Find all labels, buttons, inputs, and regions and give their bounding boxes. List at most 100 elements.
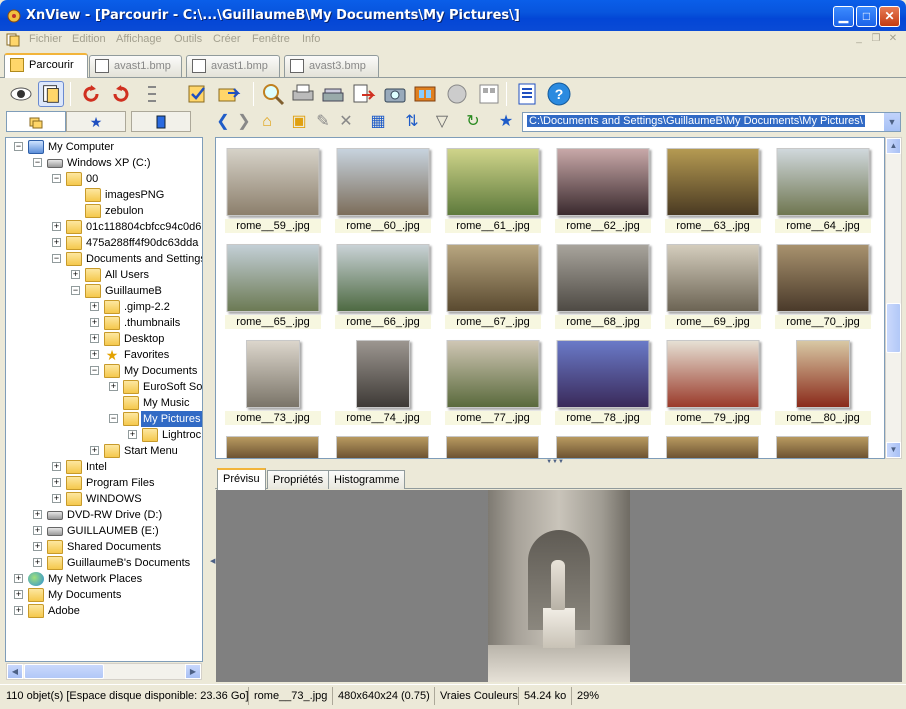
thumbnail-image[interactable] [246, 340, 300, 408]
camera-icon[interactable] [382, 81, 408, 107]
expand-icon[interactable]: + [14, 606, 23, 615]
thumbnail[interactable]: rome__78_.jpg [548, 328, 658, 425]
menu-affichage[interactable]: Affichage [116, 33, 162, 45]
collapse-icon[interactable]: − [90, 366, 99, 375]
folder-tree[interactable]: − My Computer − Windows XP (C:) −00 imagesPNG… [5, 137, 203, 662]
thumbnail-partial[interactable] [336, 436, 429, 458]
new-folder-icon[interactable]: ▣ [289, 112, 309, 132]
thumbnail[interactable]: rome__65_.jpg [218, 232, 328, 329]
maximize-button[interactable]: □ [856, 6, 877, 27]
thumbnail-image[interactable] [556, 244, 650, 312]
path-input[interactable]: C:\Documents and Settings\GuillaumeB\My … [527, 115, 865, 127]
up-folder-icon[interactable]: ⌂ [257, 112, 277, 132]
mdi-close-icon[interactable]: ✕ [887, 34, 899, 45]
thumbnail-image[interactable] [666, 340, 760, 408]
thumbnail-image[interactable] [776, 244, 870, 312]
tab-parcourir[interactable]: Parcourir [4, 53, 88, 78]
thumbnail-image[interactable] [446, 340, 540, 408]
thumbnail-partial[interactable] [446, 436, 539, 458]
tab-previsu[interactable]: Prévisu [217, 468, 266, 490]
tree-horizontal-scrollbar[interactable]: ◀ ▶ [6, 663, 202, 680]
rename-icon[interactable]: ✎ [313, 112, 333, 132]
scroll-up-icon[interactable]: ▲ [886, 138, 901, 154]
close-button[interactable]: ✕ [879, 6, 900, 27]
tab-avast1-bmp[interactable]: avast1.bmp [89, 55, 182, 77]
expand-icon[interactable]: + [71, 270, 80, 279]
collapse-icon[interactable]: − [14, 142, 23, 151]
expand-icon[interactable]: + [90, 446, 99, 455]
title-bar[interactable]: XnView - [Parcourir - C:\...\GuillaumeB\… [0, 0, 906, 31]
collapse-icon[interactable]: − [109, 414, 118, 423]
expand-icon[interactable]: + [33, 542, 42, 551]
thumbnail[interactable]: rome__77_.jpg [438, 328, 548, 425]
expand-icon[interactable]: + [52, 478, 61, 487]
expand-icon[interactable]: + [90, 350, 99, 359]
thumbnail-image[interactable] [446, 244, 540, 312]
collapse-icon[interactable]: − [52, 174, 61, 183]
delete-icon[interactable]: ✕ [336, 112, 356, 132]
thumbnail[interactable]: rome__68_.jpg [548, 232, 658, 329]
thumbnail[interactable]: rome__69_.jpg [658, 232, 768, 329]
expand-icon[interactable]: + [90, 302, 99, 311]
filmstrip-icon[interactable] [412, 81, 438, 107]
view-mode-icon[interactable]: ▦ [368, 112, 388, 132]
thumbnail-image[interactable] [796, 340, 850, 408]
thumbnail-scrollbar[interactable]: ▲ ▼ [885, 137, 902, 459]
thumbnail[interactable]: rome__79_.jpg [658, 328, 768, 425]
scroll-right-icon[interactable]: ▶ [185, 664, 201, 679]
thumbnail[interactable]: rome__62_.jpg [548, 138, 658, 233]
tab-histogramme[interactable]: Histogramme [328, 470, 406, 489]
expand-icon[interactable]: + [52, 238, 61, 247]
rotate-left-icon[interactable] [78, 81, 104, 107]
thumbnail[interactable]: rome__60_.jpg [328, 138, 438, 233]
expand-icon[interactable]: + [52, 494, 61, 503]
menu-fenetre[interactable]: Fenêtre [252, 33, 290, 45]
horizontal-splitter[interactable]: ▼▼▼ [215, 459, 902, 467]
rotate-right-icon[interactable] [108, 81, 134, 107]
thumbnail-image[interactable] [226, 244, 320, 312]
sort-icon[interactable]: ⇅ [402, 112, 422, 132]
thumbnail-partial[interactable] [556, 436, 649, 458]
refresh-icon[interactable]: ↻ [463, 112, 483, 132]
expand-icon[interactable]: + [52, 222, 61, 231]
help-icon[interactable]: ? [546, 81, 572, 107]
thumbnail-image[interactable] [556, 340, 650, 408]
back-icon[interactable]: ❮ [213, 112, 233, 132]
menu-creer[interactable]: Créer [213, 33, 241, 45]
thumbnail[interactable]: rome__59_.jpg [218, 138, 328, 233]
expand-icon[interactable]: + [14, 590, 23, 599]
tab-proprietes[interactable]: Propriétés [267, 470, 330, 489]
splitter-grip-icon[interactable]: ▼▼▼ [540, 459, 570, 465]
thumbnail[interactable]: rome__64_.jpg [768, 138, 878, 233]
thumbnail[interactable]: rome__80_.jpg [768, 328, 878, 425]
tab-avast3-bmp[interactable]: avast3.bmp [284, 55, 379, 77]
menu-fichier[interactable]: Fichier [29, 33, 62, 45]
thumbnail-image[interactable] [226, 148, 320, 216]
tab-folders[interactable] [6, 111, 66, 132]
mdi-restore-icon[interactable]: ❐ [870, 34, 882, 45]
browse-icon[interactable] [38, 81, 64, 107]
splitter-grip-icon[interactable]: ◀ [210, 557, 215, 587]
forward-icon[interactable]: ❯ [234, 112, 254, 132]
menu-edition[interactable]: Edition [72, 33, 106, 45]
thumbnail[interactable]: rome__61_.jpg [438, 138, 548, 233]
thumbnail-image[interactable] [556, 148, 650, 216]
thumbnail-image[interactable] [776, 148, 870, 216]
scroll-thumb[interactable] [886, 303, 901, 353]
search-icon[interactable] [260, 81, 286, 107]
expand-icon[interactable]: + [14, 574, 23, 583]
scroll-left-icon[interactable]: ◀ [7, 664, 23, 679]
slideshow-icon[interactable] [476, 81, 502, 107]
expand-icon[interactable]: + [109, 382, 118, 391]
expand-icon[interactable]: + [90, 318, 99, 327]
scroll-down-icon[interactable]: ▼ [886, 442, 901, 458]
tab-favorites[interactable]: ★ [66, 111, 126, 132]
expand-icon[interactable]: + [33, 558, 42, 567]
thumbnail[interactable]: rome__74_.jpg [328, 328, 438, 425]
thumbnail-image[interactable] [666, 244, 760, 312]
move-to-icon[interactable] [216, 81, 242, 107]
thumbnail-partial[interactable] [666, 436, 759, 458]
settings-icon[interactable] [514, 81, 540, 107]
chevron-down-icon[interactable]: ▼ [883, 113, 900, 131]
thumbnail-image[interactable] [446, 148, 540, 216]
